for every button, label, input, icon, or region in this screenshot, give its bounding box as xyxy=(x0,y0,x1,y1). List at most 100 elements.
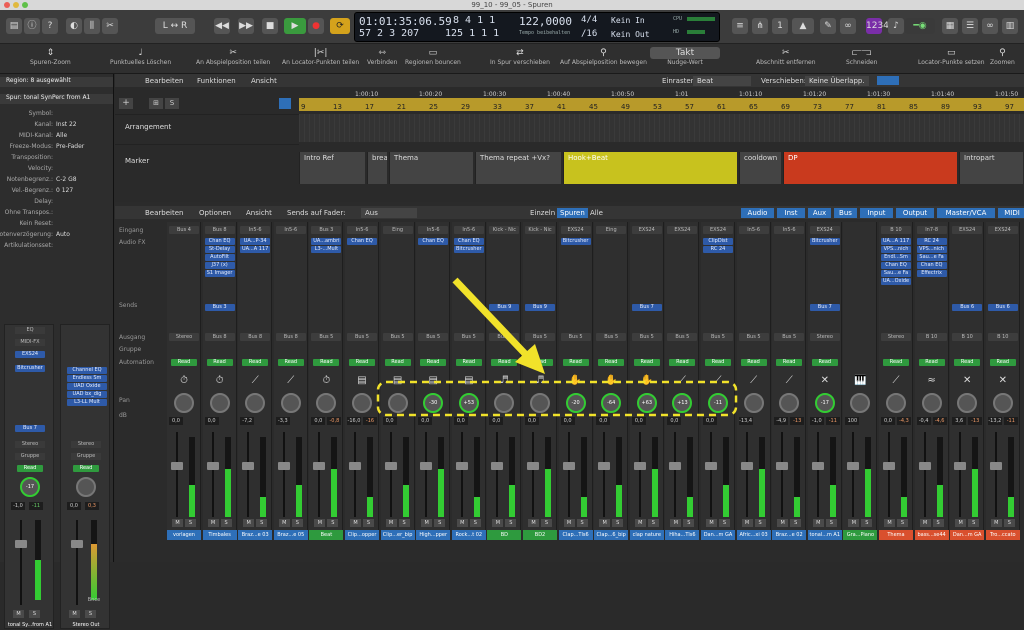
lcd-display[interactable]: 01:01:35:06.59 8 4 1 1 57 2 3 207 125 1 … xyxy=(354,12,720,42)
instrument-slot[interactable]: EXS24 xyxy=(15,351,45,358)
inspector-row-value[interactable]: Inst 22 xyxy=(56,121,77,128)
browser-icon[interactable]: ▥ xyxy=(1002,18,1018,34)
waveform-zoom-icon[interactable] xyxy=(877,76,899,85)
drag-mode-select[interactable]: Keine Überlapp. xyxy=(805,76,869,86)
split-at-locators-button[interactable]: |✂| An Locator-Punkten teilen xyxy=(282,47,359,66)
inspector-row[interactable]: Artikulationsset: xyxy=(0,242,113,252)
inspector-row[interactable]: MIDI-Kanal: Alle xyxy=(0,132,113,142)
loop-browser-icon[interactable]: ∞ xyxy=(982,18,998,34)
forward-icon[interactable]: ▶▶ xyxy=(238,18,254,34)
minimize-window-button[interactable] xyxy=(13,2,19,8)
output-slot[interactable]: Stereo xyxy=(15,441,45,448)
volume-fader[interactable] xyxy=(15,520,27,605)
stop-icon[interactable]: ■ xyxy=(262,18,278,34)
inspector-row-value[interactable]: Auto xyxy=(56,231,70,238)
inspector-row[interactable]: Freeze-Modus: Pre-Fader xyxy=(0,143,113,153)
functions-menu[interactable]: Funktionen xyxy=(197,77,236,85)
zoom-button[interactable]: ⚲ Zoomen xyxy=(990,47,1015,66)
inspector-row[interactable]: Kanal: Inst 22 xyxy=(0,121,113,131)
notepad-icon[interactable]: ▦ xyxy=(942,18,958,34)
region-header[interactable]: Region: 8 ausgewählt xyxy=(0,77,113,87)
plugin-slot[interactable]: Channel EQ xyxy=(67,367,107,374)
count-in-icon[interactable]: 1234 xyxy=(866,18,889,34)
marker-region[interactable]: Intropart xyxy=(959,152,1023,184)
edit-menu[interactable]: Bearbeiten xyxy=(145,77,183,85)
set-locators-button[interactable]: ▭ Locator-Punkte setzen xyxy=(918,47,985,66)
solo-icon[interactable]: 1 xyxy=(772,18,788,34)
marker-lane[interactable]: Intro RefbreakThemaThema repeat +Vx?Hook… xyxy=(299,152,1024,184)
mixer-icon[interactable]: ⫼ xyxy=(84,18,100,34)
ruler[interactable]: 9 13 17 21 25 29 33 37 41 45 49 53 57 61 65 69 73 77 81 85 8… xyxy=(299,89,1024,111)
editors-icon[interactable]: ✂ xyxy=(102,18,118,34)
bounce-label[interactable]: Bnce xyxy=(83,597,105,604)
solo-button[interactable]: S xyxy=(29,610,40,618)
play-icon[interactable]: ▶ xyxy=(284,18,306,34)
inspector-row[interactable]: Notenbegrenz.: C-2 G8 xyxy=(0,176,113,186)
arrangement-lane[interactable] xyxy=(299,114,1024,142)
marker-region[interactable]: Thema repeat +Vx? xyxy=(475,152,561,184)
marker-region[interactable]: break xyxy=(367,152,387,184)
inspector-row[interactable]: Velocity: xyxy=(0,165,113,175)
remove-section-button[interactable]: ✂ Abschnitt entfernen xyxy=(756,47,816,66)
tuner-icon[interactable]: ⋔ xyxy=(752,18,768,34)
midi-fx-slot[interactable]: MIDI-FX xyxy=(15,339,45,346)
output-slot[interactable]: Stereo xyxy=(71,441,101,448)
plugin-slot[interactable]: UAD Oxide xyxy=(67,383,107,390)
nudge-value[interactable]: Takt Nudge-Wert xyxy=(650,47,720,66)
zoom-window-button[interactable] xyxy=(22,2,28,8)
inspector-row-value[interactable]: Pre-Fader xyxy=(56,143,84,150)
pencil-icon[interactable]: ✎ xyxy=(820,18,836,34)
inspector-row-value[interactable]: 0 127 xyxy=(56,187,73,194)
cut-button[interactable]: ⫍⫎ Schneiden xyxy=(846,47,877,66)
eq-slot[interactable]: EQ xyxy=(15,327,45,334)
close-window-button[interactable] xyxy=(4,2,10,8)
library-icon[interactable]: ▤ xyxy=(6,18,22,34)
arrangement-track-header[interactable]: Arrangement xyxy=(115,114,299,142)
catch-playhead-icon[interactable] xyxy=(279,98,291,109)
mute-button[interactable]: M xyxy=(69,610,80,618)
list-icon[interactable]: ☰ xyxy=(962,18,978,34)
marker-region[interactable]: Intro Ref xyxy=(299,152,365,184)
channel-name[interactable]: Stereo Out xyxy=(61,620,111,630)
metronome-icon[interactable]: ▲ xyxy=(792,18,814,34)
loops-icon[interactable]: ∞ xyxy=(840,18,856,34)
inspector-row-value[interactable]: Alle xyxy=(56,132,67,139)
record-icon[interactable]: ● xyxy=(308,18,324,34)
split-at-playhead-button[interactable]: ✂ An Abspielposition teilen xyxy=(196,47,270,66)
mute-button[interactable]: M xyxy=(13,610,24,618)
inspector-row[interactable]: Notenverzögerung: Auto xyxy=(0,231,113,241)
quick-delete-button[interactable]: ♩ Punktuelles Löschen xyxy=(110,47,171,66)
plugin-slot[interactable]: Endless Sm xyxy=(67,375,107,382)
snap-select[interactable]: Beat xyxy=(693,76,751,86)
automation-mode[interactable]: Read xyxy=(17,465,43,472)
inspector-row[interactable]: Vel.-Begrenz.: 0 127 xyxy=(0,187,113,197)
plugin-slot[interactable]: L3-LL Mult xyxy=(67,399,107,406)
marker-region[interactable]: DP xyxy=(783,152,957,184)
solo-tracks-button[interactable]: S xyxy=(165,98,179,109)
move-to-playhead-button[interactable]: ⚲ Auf Abspielposition bewegen xyxy=(560,47,647,66)
smart-controls-icon[interactable]: ◐ xyxy=(66,18,82,34)
cycle-icon[interactable]: ⟳ xyxy=(330,18,350,34)
group-slot[interactable]: Gruppe xyxy=(15,453,45,460)
marker-region[interactable]: Hook+Beat xyxy=(563,152,737,184)
help-icon[interactable]: ? xyxy=(42,18,58,34)
group-slot[interactable]: Gruppe xyxy=(71,453,101,460)
plugin-slot[interactable]: UAD bx_dig xyxy=(67,391,107,398)
inspector-row[interactable]: Ohne Transpos.: xyxy=(0,209,113,219)
inspector-row[interactable]: Delay: xyxy=(0,198,113,208)
show-global-tracks-icon[interactable]: ⊞ xyxy=(149,98,163,109)
automation-mode[interactable]: Read xyxy=(73,465,99,472)
inspector-row[interactable]: Transposition: xyxy=(0,154,113,164)
inspector-row[interactable]: Kein Reset: xyxy=(0,220,113,230)
list-editors-icon[interactable]: ≡ xyxy=(732,18,748,34)
balance-knob[interactable] xyxy=(76,477,96,497)
marker-track-header[interactable]: Marker xyxy=(115,144,299,184)
info-icon[interactable]: ⓘ xyxy=(24,18,40,34)
nudge-select[interactable]: Takt xyxy=(650,47,720,59)
pan-knob[interactable]: -17 xyxy=(20,477,40,497)
send-slot[interactable]: Bus 7 xyxy=(15,425,45,432)
join-button[interactable]: ⇿ Verbinden xyxy=(367,47,397,66)
marker-region[interactable]: cooldown xyxy=(739,152,781,184)
inspector-row[interactable]: Symbol: xyxy=(0,110,113,120)
view-menu[interactable]: Ansicht xyxy=(251,77,277,85)
